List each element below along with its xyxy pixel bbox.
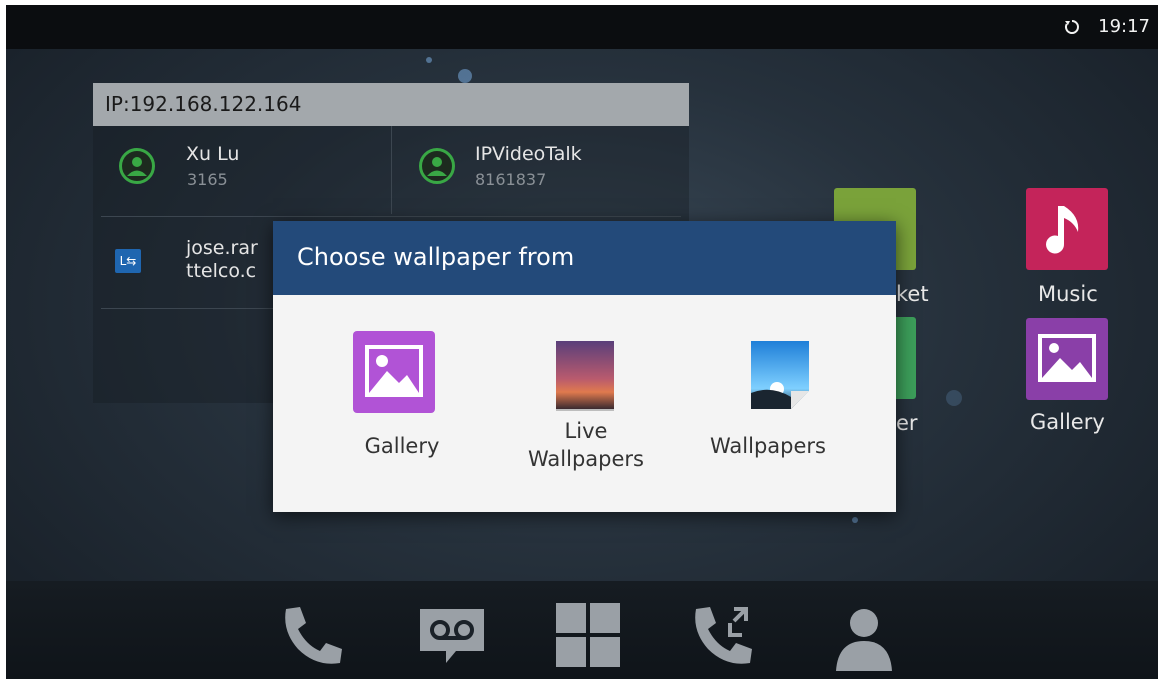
call-transfer-button[interactable] bbox=[690, 601, 762, 673]
voicemail-icon bbox=[420, 609, 484, 663]
contact-name-line2: ttelco.c bbox=[186, 260, 257, 282]
sync-icon bbox=[1065, 20, 1079, 34]
contact-avatar-icon bbox=[419, 148, 455, 184]
lync-icon: L⇆ bbox=[115, 249, 141, 273]
home-screen: 19:17 IP:192.168.122.164 Xu Lu 3165 IPVi… bbox=[6, 5, 1158, 679]
ip-address-bar: IP:192.168.122.164 bbox=[93, 83, 689, 126]
contact-name-line1: jose.rar bbox=[186, 237, 258, 259]
option-label: Gallery bbox=[364, 434, 440, 458]
background-dot bbox=[946, 390, 962, 406]
app-drawer-button[interactable] bbox=[552, 601, 624, 673]
gallery-image-icon bbox=[1026, 318, 1108, 400]
voicemail-button[interactable] bbox=[416, 601, 488, 673]
phone-button[interactable] bbox=[276, 601, 348, 673]
background-dot bbox=[852, 517, 858, 523]
dialog-title: Choose wallpaper from bbox=[297, 243, 575, 271]
call-transfer-icon bbox=[695, 607, 752, 664]
option-live-wallpapers[interactable]: Live Wallpapers bbox=[496, 299, 676, 499]
contact-number: 3165 bbox=[187, 170, 228, 189]
app-grid-icon bbox=[556, 603, 620, 667]
background-dot bbox=[426, 57, 432, 63]
background-dot bbox=[458, 69, 472, 83]
option-label-line1: Live bbox=[564, 419, 608, 443]
app-label: Gallery bbox=[1030, 410, 1105, 434]
option-label: Wallpapers bbox=[710, 434, 826, 458]
option-wallpapers[interactable]: Wallpapers bbox=[678, 299, 858, 499]
app-gallery[interactable]: Gallery bbox=[1016, 318, 1126, 448]
contact-number: 8161837 bbox=[475, 170, 547, 189]
phone-icon bbox=[285, 607, 342, 664]
status-bar: 19:17 bbox=[6, 5, 1158, 49]
contact-ipvideotalk[interactable]: IPVideoTalk 8161837 bbox=[392, 126, 689, 214]
wallpapers-icon bbox=[751, 341, 809, 409]
live-wallpapers-icon bbox=[556, 341, 614, 409]
app-label: er bbox=[896, 411, 918, 435]
app-label: Music bbox=[1038, 282, 1098, 306]
app-label: ket bbox=[896, 282, 929, 306]
option-gallery[interactable]: Gallery bbox=[312, 299, 492, 499]
contact-xu-lu[interactable]: Xu Lu 3165 bbox=[93, 126, 391, 214]
app-music[interactable]: Music bbox=[1016, 188, 1126, 318]
status-time: 19:17 bbox=[1098, 16, 1150, 37]
gallery-icon bbox=[353, 331, 435, 413]
contacts-button[interactable] bbox=[828, 601, 900, 673]
contact-name: IPVideoTalk bbox=[475, 143, 582, 165]
dialog-header: Choose wallpaper from bbox=[273, 221, 896, 295]
choose-wallpaper-dialog: Choose wallpaper from Gallery Live Wallp… bbox=[273, 221, 896, 512]
bottom-dock bbox=[6, 581, 1158, 679]
contacts-person-icon bbox=[836, 609, 892, 671]
contact-name: Xu Lu bbox=[186, 143, 240, 165]
music-note-icon bbox=[1026, 188, 1108, 270]
contact-avatar-icon bbox=[119, 148, 155, 184]
option-label-line2: Wallpapers bbox=[528, 447, 644, 471]
